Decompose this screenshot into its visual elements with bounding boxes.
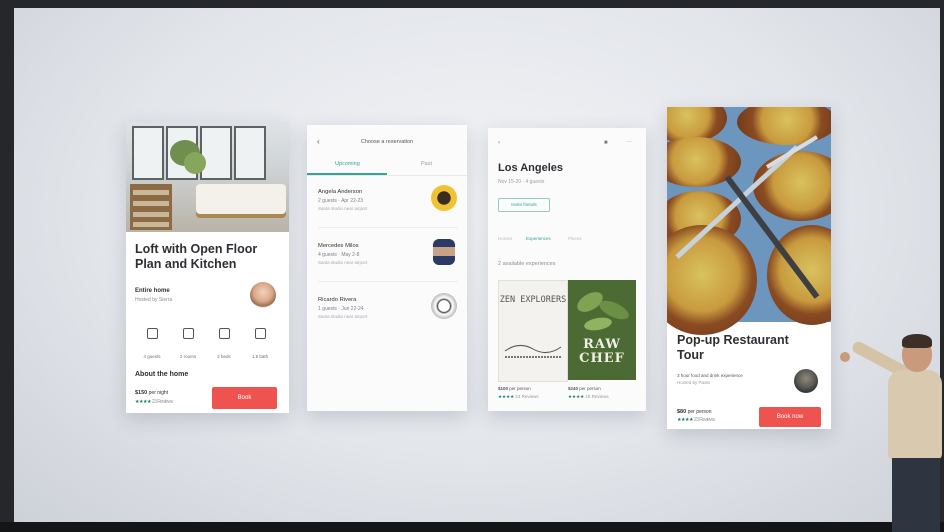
bed-icon	[218, 328, 230, 339]
tab-experiences[interactable]: Experiences	[526, 236, 551, 241]
serving-spoons	[675, 135, 820, 299]
divider	[318, 281, 458, 282]
trip-city: Los Angeles	[498, 162, 563, 174]
amenity-guests: 4 guests	[134, 328, 170, 363]
presentation-stage: Loft with Open Floor Plan and Kitchen En…	[0, 0, 944, 532]
food-photo	[667, 107, 831, 335]
guest-avatar	[431, 185, 457, 211]
bath-icon	[254, 328, 266, 339]
experience-price: $240 per person	[568, 386, 601, 391]
reservations-card: ‹ Choose a reservation Upcoming Past Ang…	[307, 125, 467, 411]
guest-avatar	[433, 239, 455, 265]
amenity-rooms: 2 rooms	[170, 328, 206, 363]
experience-rating: ★★★★ 23 Reviews	[677, 417, 715, 423]
trip-card: ‹ ■ ··· Los Angeles Nov 15-20 · 4 guests…	[488, 128, 646, 411]
presenter	[840, 332, 944, 532]
about-heading: About the home	[135, 371, 189, 378]
room-window	[234, 126, 266, 180]
reservation-item[interactable]: Angela Anderson 2 guests · Apr 22-23 San…	[318, 189, 367, 211]
experience-card: Pop-up Restaurant Tour 3 hour food and d…	[667, 107, 831, 429]
invite-button[interactable]: Invite friends	[498, 198, 550, 212]
listing-type: Entire home	[135, 288, 170, 294]
tab-places[interactable]: Places	[568, 236, 582, 241]
experience-price: $100 per person	[498, 386, 531, 391]
experience-description: 3 hour food and drink experience	[677, 373, 743, 378]
experience-title: Pop-up Restaurant Tour	[677, 333, 789, 362]
room-shelf	[130, 184, 172, 230]
experience-rating: ★★★★ 23 Reviews	[498, 394, 539, 399]
host-avatar[interactable]	[250, 282, 276, 308]
presenter-torso	[888, 370, 942, 460]
listing-card: Loft with Open Floor Plan and Kitchen En…	[126, 122, 289, 413]
more-icon[interactable]: ···	[626, 139, 632, 145]
guests-icon	[146, 328, 158, 339]
tab-homes[interactable]: Homes	[498, 236, 512, 241]
door-icon	[182, 328, 194, 339]
listing-price: $150 per night	[135, 390, 169, 396]
room-window	[132, 126, 164, 180]
reservation-item[interactable]: Ricardo Rivera 1 guests · Jun 22-24 Sant…	[318, 297, 367, 319]
back-arrow-icon[interactable]: ‹	[498, 140, 500, 146]
book-now-button[interactable]: Book now	[759, 407, 821, 427]
share-icon[interactable]: ■	[604, 140, 608, 146]
presenter-hand	[840, 352, 850, 362]
listing-photo	[126, 122, 289, 232]
experience-cover-raw[interactable]: RAW CHEF	[568, 280, 636, 380]
experience-price: $80 per person	[677, 409, 712, 415]
room-plant	[184, 152, 206, 174]
experience-host: Hosted by Paolo	[677, 380, 711, 385]
room-window	[200, 126, 232, 180]
experience-cover-zen[interactable]: ZEN EXPLORERS	[498, 280, 568, 382]
guest-avatar	[431, 293, 457, 319]
divider	[318, 227, 458, 228]
tab-divider	[307, 175, 467, 176]
listing-host: Hosted by Sierra	[135, 297, 173, 303]
tab-past[interactable]: Past	[421, 161, 432, 167]
experience-rating: ★★★★ 18 Reviews	[568, 394, 609, 399]
book-button[interactable]: Book	[212, 387, 277, 409]
listing-rating: ★★★★ 23 Reviews	[135, 399, 173, 405]
stage-floor	[0, 522, 944, 532]
presenter-legs	[892, 458, 940, 532]
wave-illustration	[504, 345, 562, 358]
trip-dates: Nov 15-20 · 4 guests	[498, 179, 545, 185]
presenter-hair	[902, 334, 932, 348]
reservation-item[interactable]: Mercedes Milos 4 guests · May 2-8 Santa …	[318, 243, 367, 265]
host-avatar[interactable]	[794, 369, 818, 393]
amenity-beds: 2 beds	[206, 328, 242, 363]
room-bed	[196, 184, 286, 214]
reservations-header: Choose a reservation	[360, 139, 414, 145]
tab-upcoming[interactable]: Upcoming	[335, 161, 360, 167]
amenity-bath: 1.5 bath	[242, 328, 278, 363]
listing-title: Loft with Open Floor Plan and Kitchen	[135, 242, 258, 271]
available-count: 2 available experiences	[498, 261, 556, 267]
